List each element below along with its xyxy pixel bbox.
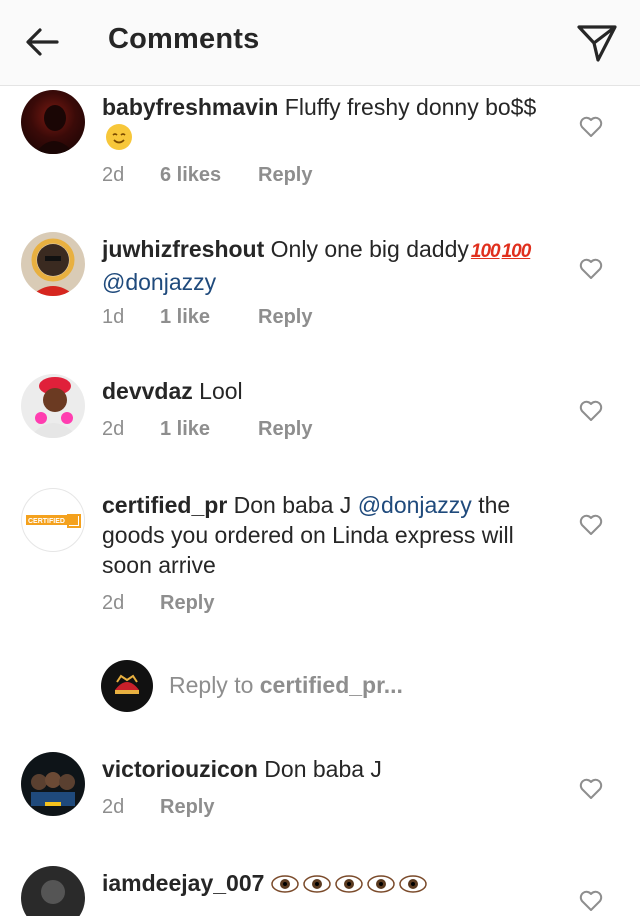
heart-outline-icon[interactable] bbox=[578, 776, 604, 802]
comment-meta: 1d 1 like Reply bbox=[102, 306, 312, 329]
comment-body: Fluffy freshy donny bo$$ bbox=[284, 94, 537, 120]
comment-meta: 2d 1 like Reply bbox=[102, 418, 312, 441]
comment-text: victoriouzicon Don baba J bbox=[102, 754, 562, 784]
avatar[interactable] bbox=[21, 866, 85, 916]
comment-likes[interactable]: 1 like bbox=[160, 306, 258, 329]
reply-target: certified_pr... bbox=[259, 672, 403, 698]
page-title: Comments bbox=[108, 23, 260, 55]
eyes-emoji-group bbox=[271, 870, 431, 896]
comment-body: Don baba J bbox=[264, 756, 382, 782]
send-button[interactable] bbox=[574, 20, 620, 66]
reply-button[interactable]: Reply bbox=[258, 306, 312, 329]
comment-username[interactable]: victoriouzicon bbox=[102, 756, 258, 782]
reply-button[interactable]: Reply bbox=[258, 418, 312, 441]
comment-time: 2d bbox=[102, 796, 125, 818]
comment-text: juwhizfreshout Only one big daddy 100 100 … bbox=[102, 234, 562, 297]
reply-button[interactable]: Reply bbox=[160, 796, 214, 819]
paper-plane-icon bbox=[577, 25, 617, 62]
comment-mention[interactable]: @donjazzy bbox=[102, 269, 216, 295]
comment-username[interactable]: babyfreshmavin bbox=[102, 94, 278, 120]
eye-emoji-icon bbox=[399, 875, 427, 893]
heart-outline-icon[interactable] bbox=[578, 512, 604, 538]
comment-meta: 2d Reply bbox=[102, 796, 214, 819]
heart-outline-icon[interactable] bbox=[578, 256, 604, 282]
certified-logo-text: CERTIFIED bbox=[28, 518, 65, 525]
reply-composer[interactable]: Reply to certified_pr... bbox=[0, 660, 640, 716]
comment-body: Lool bbox=[199, 378, 243, 404]
avatar[interactable] bbox=[21, 232, 85, 296]
heart-outline-icon[interactable] bbox=[578, 398, 604, 424]
comment-meta: 2d Reply bbox=[102, 592, 214, 615]
reply-input[interactable]: Reply to certified_pr... bbox=[169, 672, 403, 699]
comment-likes[interactable]: 1 like bbox=[160, 418, 258, 441]
avatar[interactable] bbox=[21, 752, 85, 816]
comment-username[interactable]: juwhizfreshout bbox=[102, 236, 264, 262]
current-user-avatar bbox=[101, 660, 153, 712]
comment-likes[interactable]: 6 likes bbox=[160, 164, 258, 187]
back-button[interactable] bbox=[22, 22, 62, 62]
reply-prefix: Reply to bbox=[169, 672, 254, 698]
comment-text: babyfreshmavin Fluffy freshy donny bo$$ bbox=[102, 92, 562, 152]
eye-emoji-icon bbox=[335, 875, 363, 893]
smiling-face-emoji-icon bbox=[106, 124, 132, 150]
comment-text: certified_pr Don baba J @donjazzy the go… bbox=[102, 490, 562, 580]
eye-emoji-icon bbox=[271, 875, 299, 893]
comment-time: 2d bbox=[102, 164, 125, 186]
arrow-left-icon bbox=[26, 28, 59, 56]
heart-outline-icon[interactable] bbox=[578, 888, 604, 914]
comment-username[interactable]: iamdeejay_007 bbox=[102, 870, 264, 896]
hundred-points-emoji-icon: 100 bbox=[501, 241, 532, 262]
avatar[interactable] bbox=[21, 90, 85, 154]
comment-time: 2d bbox=[102, 418, 125, 440]
hundred-points-emoji-icon: 100 bbox=[470, 241, 501, 262]
comment-time: 2d bbox=[102, 592, 125, 614]
heart-outline-icon[interactable] bbox=[578, 114, 604, 140]
comment-text: devvdaz Lool bbox=[102, 376, 562, 406]
comment-username[interactable]: certified_pr bbox=[102, 492, 227, 518]
avatar[interactable] bbox=[21, 374, 85, 438]
comment-time: 1d bbox=[102, 306, 125, 328]
header-bar: Comments bbox=[0, 0, 640, 86]
comment-meta: 2d 6 likes Reply bbox=[102, 164, 312, 187]
comment-body: Only one big daddy bbox=[270, 236, 469, 262]
eye-emoji-icon bbox=[303, 875, 331, 893]
avatar[interactable]: CERTIFIED bbox=[21, 488, 85, 552]
comment-mention[interactable]: @donjazzy bbox=[358, 492, 472, 518]
reply-button[interactable]: Reply bbox=[160, 592, 214, 615]
reply-button[interactable]: Reply bbox=[258, 164, 312, 187]
eye-emoji-icon bbox=[367, 875, 395, 893]
comment-username[interactable]: devvdaz bbox=[102, 378, 193, 404]
comment-body: Don baba J bbox=[233, 492, 352, 518]
comment-text: iamdeejay_007 bbox=[102, 868, 562, 898]
